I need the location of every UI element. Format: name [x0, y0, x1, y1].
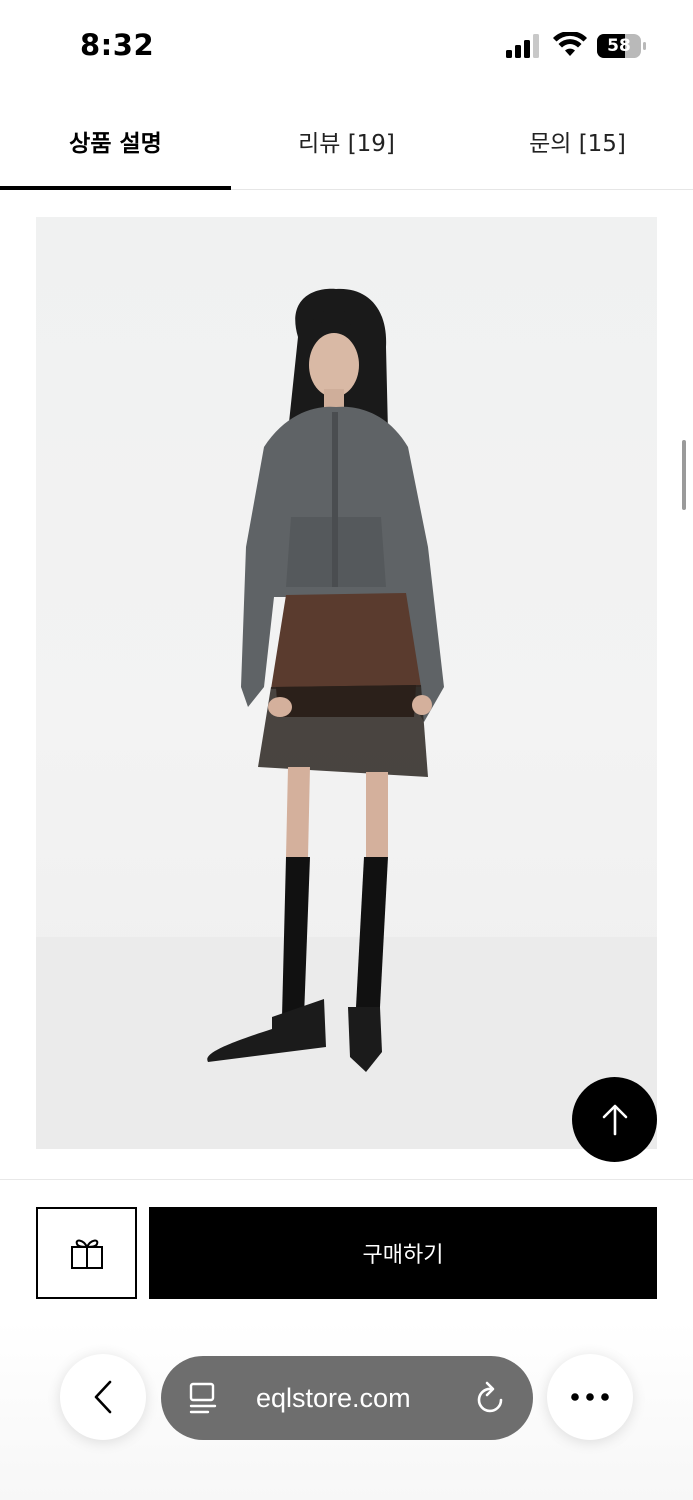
tab-bar: 상품 설명 리뷰 [19] 문의 [15]	[0, 92, 693, 190]
reader-icon[interactable]	[188, 1382, 218, 1414]
back-button[interactable]	[60, 1354, 146, 1440]
status-bar: 8:32 58	[0, 0, 693, 92]
chevron-left-icon	[94, 1380, 112, 1414]
more-icon	[571, 1393, 609, 1401]
browser-toolbar: eqlstore.com	[0, 1320, 693, 1500]
wifi-icon	[553, 32, 587, 56]
product-photo	[36, 217, 657, 1149]
arrow-up-icon	[602, 1104, 627, 1135]
tab-description[interactable]: 상품 설명	[0, 92, 231, 190]
address-bar[interactable]: eqlstore.com	[161, 1356, 533, 1440]
url-text: eqlstore.com	[256, 1383, 411, 1413]
battery-icon: 58	[597, 34, 647, 58]
status-time: 8:32	[80, 28, 155, 62]
scrollbar[interactable]	[682, 440, 686, 510]
tab-reviews[interactable]: 리뷰 [19]	[231, 92, 462, 189]
more-button[interactable]	[547, 1354, 633, 1440]
reload-icon[interactable]	[474, 1380, 508, 1416]
divider	[0, 1179, 693, 1180]
signal-icon	[506, 34, 539, 58]
scroll-top-button[interactable]	[572, 1077, 657, 1162]
buy-button[interactable]: 구매하기	[149, 1207, 657, 1299]
battery-level: 58	[607, 36, 631, 56]
gift-button[interactable]	[36, 1207, 137, 1299]
gift-icon	[70, 1239, 103, 1269]
tab-inquiries[interactable]: 문의 [15]	[462, 92, 693, 189]
